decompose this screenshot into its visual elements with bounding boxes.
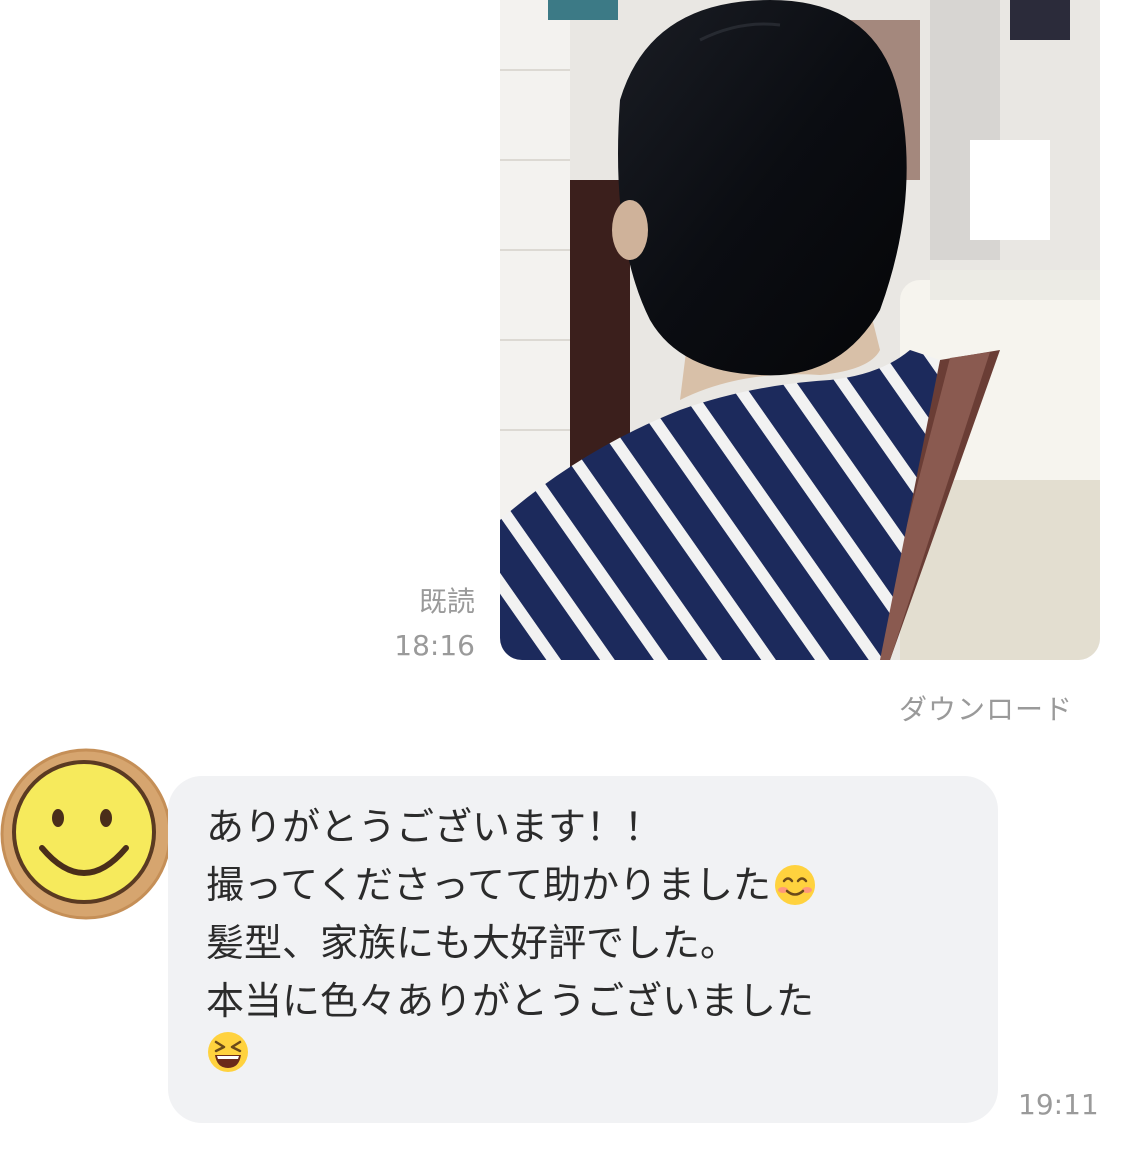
read-status: 既読 <box>418 585 475 618</box>
photo-image <box>500 0 1100 660</box>
sent-time: 18:16 <box>394 629 475 662</box>
message-line: 本当に色々ありがとうございました <box>206 979 815 1023</box>
avatar[interactable] <box>0 748 172 920</box>
message-line: 撮ってくださってて助かりました <box>206 856 978 914</box>
sent-photo-message[interactable] <box>500 0 1100 660</box>
sent-message-meta: 既読 18:16 <box>394 580 475 668</box>
download-link[interactable]: ダウンロード <box>899 688 1073 728</box>
chat-screen: 既読 18:16 ダウンロード ありがとうございます！！ 撮ってくださってて助か… <box>0 0 1123 1151</box>
received-time: 19:11 <box>1018 1088 1099 1121</box>
message-line <box>206 1030 978 1074</box>
smiling-face-emoji-icon <box>773 863 817 907</box>
message-line: ありがとうございます！！ <box>206 805 663 849</box>
message-line: 髪型、家族にも大好評でした。 <box>206 921 739 965</box>
grinning-squinting-face-emoji-icon <box>206 1030 250 1074</box>
received-message-bubble[interactable]: ありがとうございます！！ 撮ってくださってて助かりました 髪型、家族にも大好評で… <box>168 776 998 1123</box>
smiley-face-icon <box>0 748 172 920</box>
